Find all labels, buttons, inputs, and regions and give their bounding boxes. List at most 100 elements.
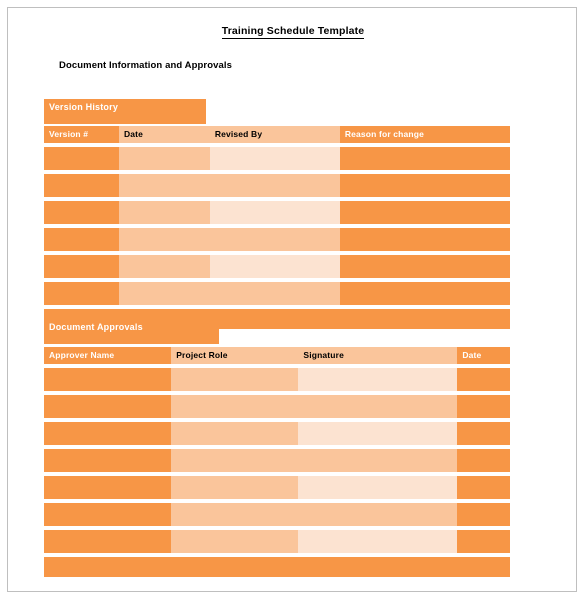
table-cell[interactable] <box>339 147 510 174</box>
table-cell-value <box>44 174 120 197</box>
table-cell[interactable] <box>44 530 172 557</box>
table-cell[interactable] <box>119 228 210 255</box>
table-cell[interactable] <box>171 449 299 476</box>
table-footer-cell[interactable] <box>209 309 340 329</box>
column-header-label: Date <box>457 347 510 364</box>
section-banner-document-approvals: Document Approvals <box>44 319 219 344</box>
table-cell[interactable] <box>298 476 458 503</box>
table-cell[interactable] <box>457 422 510 449</box>
table-cell[interactable] <box>171 530 299 557</box>
table-cell[interactable] <box>44 476 172 503</box>
table-cell[interactable] <box>44 395 172 422</box>
column-header-project-role[interactable]: Project Role <box>171 347 299 368</box>
table-cell-value <box>44 282 120 305</box>
column-header-approver-name[interactable]: Approver Name <box>44 347 172 368</box>
table-cell[interactable] <box>44 174 120 201</box>
table-cell[interactable] <box>44 282 120 309</box>
table-cell[interactable] <box>119 174 210 201</box>
table-cell[interactable] <box>457 530 510 557</box>
table-cell[interactable] <box>298 449 458 476</box>
table-cell-value <box>119 228 210 251</box>
table-cell[interactable] <box>209 174 340 201</box>
column-header-label: Revised By <box>209 126 340 143</box>
table-cell[interactable] <box>298 368 458 395</box>
column-header-label: Signature <box>298 347 458 364</box>
table-cell[interactable] <box>339 228 510 255</box>
table-cell[interactable] <box>209 255 340 282</box>
table-row: Approver Name Project Role Signature Dat… <box>44 347 510 368</box>
table-cell[interactable] <box>339 201 510 228</box>
table-cell[interactable] <box>209 201 340 228</box>
table-cell[interactable] <box>298 422 458 449</box>
table-row <box>44 147 510 174</box>
table-footer-cell[interactable] <box>298 557 458 577</box>
table-cell[interactable] <box>44 147 120 174</box>
table-cell[interactable] <box>119 255 210 282</box>
table-cell-value <box>171 530 299 553</box>
table-cell[interactable] <box>298 503 458 530</box>
table-cell[interactable] <box>298 530 458 557</box>
table-cell[interactable] <box>44 368 172 395</box>
table-cell[interactable] <box>171 395 299 422</box>
table-cell[interactable] <box>457 395 510 422</box>
table-cell[interactable] <box>171 422 299 449</box>
table-footer-cell[interactable] <box>339 309 510 329</box>
table-cell-value <box>298 503 458 526</box>
table-cell[interactable] <box>44 201 120 228</box>
table-cell[interactable] <box>339 174 510 201</box>
table-cell-value <box>44 530 172 553</box>
table-cell[interactable] <box>339 255 510 282</box>
column-header-label: Version # <box>44 126 120 143</box>
table-cell[interactable] <box>44 449 172 476</box>
version-history-table: Version # Date Revised By Reason for cha… <box>44 126 510 329</box>
table-cell[interactable] <box>44 228 120 255</box>
table-cell[interactable] <box>119 282 210 309</box>
table-cell[interactable] <box>457 476 510 503</box>
column-header-date[interactable]: Date <box>119 126 210 147</box>
table-cell-value <box>339 147 510 170</box>
table-cell-value <box>171 422 299 445</box>
table-footer-cell[interactable] <box>44 557 172 577</box>
table-cell[interactable] <box>44 422 172 449</box>
table-cell-value <box>209 201 340 224</box>
table-cell[interactable] <box>44 255 120 282</box>
table-footer-cell[interactable] <box>457 557 510 577</box>
table-cell[interactable] <box>457 368 510 395</box>
table-row <box>44 368 510 395</box>
table-cell-value <box>209 174 340 197</box>
table-cell[interactable] <box>171 368 299 395</box>
table-cell[interactable] <box>171 476 299 503</box>
table-cell[interactable] <box>209 228 340 255</box>
table-cell[interactable] <box>171 503 299 530</box>
table-header-row: Version # Date Revised By Reason for cha… <box>44 126 510 147</box>
table-cell[interactable] <box>457 449 510 476</box>
column-header-version-number[interactable]: Version # <box>44 126 120 147</box>
table-header-row: Approver Name Project Role Signature Dat… <box>44 347 510 368</box>
table-cell[interactable] <box>339 282 510 309</box>
table-cell-value <box>298 422 458 445</box>
column-header-revised-by[interactable]: Revised By <box>209 126 340 147</box>
table-cell[interactable] <box>119 201 210 228</box>
table-cell[interactable] <box>457 503 510 530</box>
page-title: Training Schedule Template <box>8 25 578 39</box>
table-cell-value <box>44 422 172 445</box>
table-cell[interactable] <box>119 147 210 174</box>
column-header-date[interactable]: Date <box>457 347 510 368</box>
document-subtitle: Document Information and Approvals <box>59 60 233 71</box>
column-header-signature[interactable]: Signature <box>298 347 458 368</box>
table-cell[interactable] <box>44 503 172 530</box>
table-row <box>44 476 510 503</box>
table-cell[interactable] <box>209 147 340 174</box>
table-cell-value <box>339 282 510 305</box>
document-approvals-table: Approver Name Project Role Signature Dat… <box>44 347 510 577</box>
column-header-reason-for-change[interactable]: Reason for change <box>339 126 510 147</box>
table-cell-value <box>339 174 510 197</box>
table-cell[interactable] <box>298 395 458 422</box>
column-header-label: Approver Name <box>44 347 172 364</box>
table-cell-value <box>209 255 340 278</box>
table-footer-cell[interactable] <box>171 557 299 577</box>
table-cell-value <box>457 368 510 391</box>
column-header-label: Project Role <box>171 347 299 364</box>
table-cell[interactable] <box>209 282 340 309</box>
table-cell-value <box>119 174 210 197</box>
